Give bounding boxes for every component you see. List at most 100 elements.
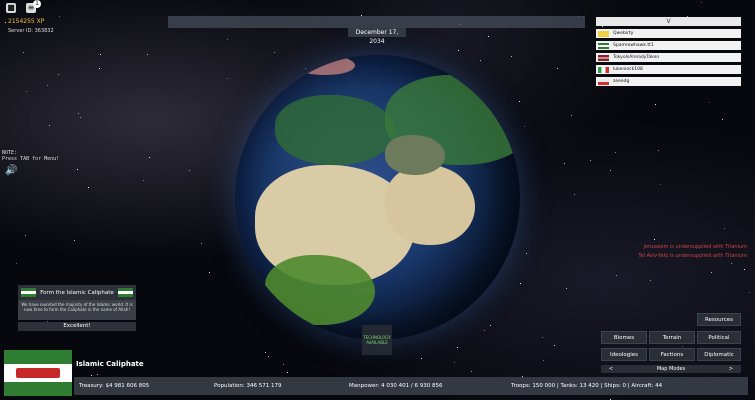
alert-message: Tel Aviv-Yafo is undersupplied with Tita…	[638, 252, 747, 261]
star	[744, 269, 745, 270]
star	[283, 364, 284, 365]
europe-landmass	[275, 95, 395, 165]
star	[97, 374, 98, 375]
star	[457, 347, 458, 348]
star	[189, 170, 190, 171]
globe-map[interactable]	[235, 55, 520, 340]
ideologies-button[interactable]: Ideologies	[601, 348, 647, 361]
technology-available-button[interactable]: TECHNOLOGY AVAILABLE	[362, 325, 392, 355]
excellent-button[interactable]: Excellent!	[18, 322, 136, 331]
tech-label-line2: AVAILABLE	[363, 340, 391, 345]
star	[26, 91, 27, 92]
star	[471, 371, 472, 372]
speaker-icon[interactable]: 🔊	[5, 165, 17, 176]
star	[5, 22, 6, 23]
star	[74, 240, 75, 241]
game-menu-icon[interactable]: ■	[6, 3, 16, 13]
star	[201, 243, 202, 244]
star	[265, 352, 266, 353]
star	[749, 292, 750, 293]
nation-name: Islamic Caliphate	[76, 360, 144, 368]
star	[543, 360, 544, 361]
star	[80, 117, 81, 118]
star	[77, 169, 78, 170]
player-flag-icon	[598, 67, 609, 73]
star	[49, 125, 50, 126]
star	[16, 263, 17, 264]
star	[711, 272, 712, 273]
popup-body: We have reunited the majority of the Isl…	[18, 300, 136, 320]
manpower-stat: Manpower: 4 030 401 / 6 930 856	[349, 383, 442, 389]
star	[143, 180, 144, 181]
chat-icon[interactable]: ≡ 1	[26, 3, 36, 13]
notification-badge: 1	[33, 0, 41, 8]
star	[99, 68, 100, 69]
star	[654, 239, 655, 240]
treasury-stat: Treasury: $4 981 606 805	[79, 383, 149, 389]
star	[616, 275, 617, 276]
star	[554, 345, 555, 346]
diplomatic-button[interactable]: Diplomatic	[697, 348, 741, 361]
tanks-value: 13 420	[579, 383, 598, 389]
star	[149, 157, 150, 158]
note-text: NOTE: Press TAB for Menu!	[2, 150, 59, 162]
xp-display: 2154255 XP	[8, 18, 44, 25]
star	[564, 163, 565, 164]
military-stat: Troops: 150 000 | Tanks: 13 420 | Ships:…	[511, 383, 662, 389]
middle-east-landmass	[385, 135, 445, 175]
flag-emblem-icon	[16, 368, 60, 378]
nation-flag	[4, 350, 72, 396]
map-modes-prev-button[interactable]: <	[601, 365, 621, 373]
star	[557, 68, 558, 69]
popup-title: Form the Islamic Caliphate	[40, 290, 114, 296]
player-flag-icon	[598, 43, 609, 49]
player-list-toggle[interactable]: V	[596, 17, 741, 26]
player-list: V Qwebirty Spamrowhawk.tt1 TokyoIsAlread…	[596, 17, 741, 89]
star	[524, 126, 525, 127]
star	[25, 235, 26, 236]
tanks-label: Tanks:	[561, 383, 578, 389]
star	[227, 39, 228, 40]
player-row[interactable]: TokyoIsAlreadyTaken	[596, 53, 741, 62]
resources-button[interactable]: Resources	[697, 313, 741, 326]
star	[421, 358, 422, 359]
troops-label: Troops:	[511, 383, 531, 389]
caliphate-flag-icon	[21, 288, 36, 297]
star	[520, 283, 521, 284]
factions-button[interactable]: Factions	[649, 348, 695, 361]
star	[287, 372, 288, 373]
arctic-region	[295, 55, 355, 75]
supply-alerts: Jerusalem is undersupplied with Titanium…	[638, 243, 747, 261]
player-row[interactable]: Spamrowhawk.tt1	[596, 41, 741, 50]
popup-header: Form the Islamic Caliphate	[18, 285, 136, 300]
star	[147, 54, 148, 55]
star	[100, 54, 101, 55]
star	[227, 78, 228, 79]
biomes-button[interactable]: Biomes	[601, 331, 647, 344]
star	[78, 113, 79, 114]
terrain-button[interactable]: Terrain	[649, 331, 695, 344]
map-modes-next-button[interactable]: >	[721, 365, 741, 373]
player-row[interactable]: lukenieck108	[596, 65, 741, 74]
star	[615, 152, 616, 153]
star	[88, 187, 89, 188]
star	[511, 56, 512, 57]
game-date: December 17, 2034	[348, 28, 406, 37]
star	[655, 104, 656, 105]
star	[610, 170, 611, 171]
star	[701, 2, 702, 3]
ships-label: Ships:	[604, 383, 621, 389]
top-bar	[168, 16, 585, 28]
star	[480, 60, 481, 61]
star	[650, 280, 651, 281]
player-row[interactable]: Qwebirty	[596, 29, 741, 38]
player-row[interactable]: zeeedg	[596, 77, 741, 86]
star	[458, 50, 459, 51]
caliphate-flag-icon	[118, 288, 133, 297]
player-name: zeeedg	[613, 79, 629, 84]
star	[709, 102, 710, 103]
star	[59, 16, 60, 17]
note-hint: Press TAB for Menu!	[2, 156, 59, 162]
player-flag-icon	[598, 31, 609, 37]
political-button[interactable]: Political	[697, 331, 741, 344]
